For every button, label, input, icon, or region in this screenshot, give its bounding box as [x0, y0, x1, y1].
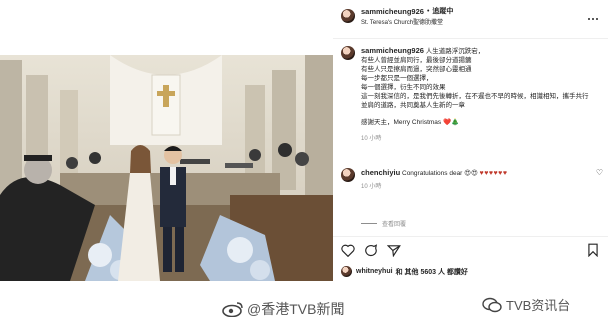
- post-header: sammicheung926 • 追蹤中 St. Teresa's Church…: [341, 6, 603, 26]
- caption-block: sammicheung926 人生道路浮沉跌宕， 有些人曾經並肩同行，最後卻分道…: [341, 46, 603, 142]
- wechat-watermark: TVB资讯台: [482, 295, 570, 314]
- bookmark-icon[interactable]: [587, 243, 599, 257]
- comment-hearts: ♥♥♥♥♥♥: [479, 170, 508, 177]
- instagram-post-panel: sammicheung926 • 追蹤中 St. Teresa's Church…: [333, 0, 608, 331]
- author-username[interactable]: sammicheung926: [361, 7, 424, 16]
- caption-emoji: ❤️🎄: [442, 119, 460, 126]
- comment-emoji: 😍😍: [464, 170, 478, 177]
- caption-line: 有些人只是擦肩而過，突然卻心靈相通: [361, 66, 472, 73]
- wechat-watermark-text: TVB资讯台: [506, 298, 571, 313]
- wechat-icon: [482, 297, 502, 312]
- weibo-watermark-text: @香港TVB新聞: [247, 301, 345, 317]
- wedding-photo: [0, 55, 333, 281]
- caption-line: 有些人曾經並肩同行，最後卻分道揚鑣: [361, 57, 472, 64]
- view-replies[interactable]: 查看回覆: [361, 219, 406, 228]
- comment-text: Congratulations dear: [402, 170, 463, 177]
- weibo-watermark: @香港TVB新聞: [222, 299, 344, 319]
- comment-timestamp[interactable]: 10 小時: [361, 181, 581, 190]
- share-icon[interactable]: [387, 244, 401, 257]
- separator-dot: •: [426, 7, 430, 15]
- caption-line: 這一刻我深信的，是我們先後轉折，在不遲也不早的時候，相識相知，攜手共行並肩的道路…: [361, 93, 589, 109]
- caption-line: 每一步都只是一個選擇，: [361, 75, 433, 82]
- comment-icon[interactable]: [364, 243, 378, 257]
- commenter-avatar[interactable]: [341, 168, 355, 182]
- caption-line: 每一個選擇，衍生不同的效果: [361, 84, 446, 91]
- follow-button[interactable]: 追蹤中: [432, 6, 453, 16]
- view-replies-label: 查看回覆: [382, 222, 407, 228]
- caption-username[interactable]: sammicheung926: [361, 46, 424, 55]
- likes-row: whitneyhui 和 其他 5603 人 都讚好: [341, 266, 468, 277]
- author-avatar[interactable]: [341, 9, 355, 23]
- caption-line: 人生道路浮沉跌宕，: [425, 48, 485, 55]
- comment-like-icon[interactable]: ♡: [596, 168, 603, 177]
- comment-row: chenchiyiu Congratulations dear 😍😍 ♥♥♥♥♥…: [341, 168, 603, 190]
- post-photo[interactable]: [0, 55, 333, 281]
- likes-count[interactable]: 和 其他 5603 人 都讚好: [396, 267, 468, 277]
- caption-timestamp[interactable]: 10 小時: [361, 133, 593, 142]
- caption-avatar[interactable]: [341, 46, 355, 60]
- commenter-username[interactable]: chenchiyiu: [361, 168, 400, 177]
- heart-icon[interactable]: [341, 244, 355, 257]
- header-divider: [333, 38, 608, 39]
- more-options-icon[interactable]: [587, 7, 599, 25]
- actions-divider: [333, 236, 608, 237]
- action-bar: [341, 242, 599, 258]
- weibo-icon: [222, 302, 243, 317]
- liker-username[interactable]: whitneyhui: [356, 268, 393, 275]
- post-location[interactable]: St. Teresa's Church聖德肋撒堂: [361, 17, 453, 26]
- caption-closing: 感謝天主，Merry Christmas: [361, 119, 442, 126]
- liker-avatar[interactable]: [341, 266, 352, 277]
